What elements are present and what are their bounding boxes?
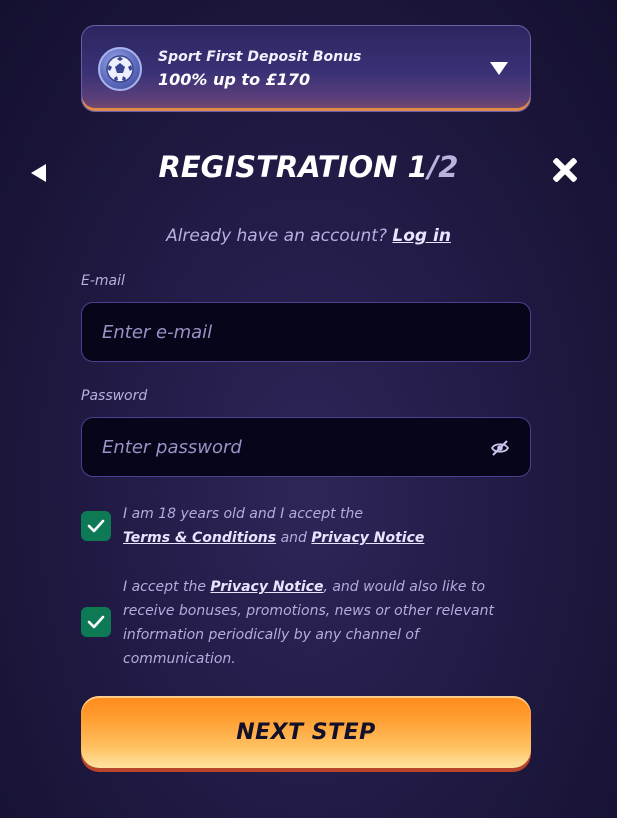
page-title-step-total: /2 xyxy=(427,150,459,184)
next-step-button[interactable]: NEXT STEP xyxy=(81,696,531,768)
password-field-box xyxy=(81,417,531,477)
terms-consent-text: I am 18 years old and I accept the Terms… xyxy=(123,502,533,550)
page-title-main: REGISTRATION 1 xyxy=(158,150,428,184)
close-icon[interactable] xyxy=(551,156,579,184)
checkmark-icon xyxy=(87,615,105,629)
email-field[interactable] xyxy=(82,303,530,361)
bonus-title: Sport First Deposit Bonus xyxy=(158,49,362,65)
login-link[interactable]: Log in xyxy=(392,226,451,246)
marketing-checkbox[interactable] xyxy=(81,607,111,637)
email-field-box xyxy=(81,302,531,362)
page-title: REGISTRATION 1/2 xyxy=(0,150,617,184)
checkmark-icon xyxy=(87,519,105,533)
chevron-down-icon[interactable] xyxy=(490,62,508,75)
password-label: Password xyxy=(81,388,148,404)
terms-text-before: I am 18 years old and I accept the xyxy=(123,506,364,522)
login-prompt: Already have an account? xyxy=(166,226,387,246)
marketing-consent-text: I accept the Privacy Notice, and would a… xyxy=(123,575,533,671)
email-label: E-mail xyxy=(81,273,125,289)
terms-link[interactable]: Terms & Conditions xyxy=(123,530,276,546)
terms-and: and xyxy=(280,530,307,546)
terms-checkbox[interactable] xyxy=(81,511,111,541)
password-field[interactable] xyxy=(82,418,530,476)
football-icon xyxy=(98,47,142,91)
marketing-privacy-link[interactable]: Privacy Notice xyxy=(210,579,323,595)
login-prompt-line: Already have an account? Log in xyxy=(0,226,617,246)
bonus-amount: 100% up to £170 xyxy=(158,70,311,89)
privacy-link[interactable]: Privacy Notice xyxy=(311,530,424,546)
marketing-text-before: I accept the xyxy=(123,579,206,595)
eye-off-icon[interactable] xyxy=(490,438,510,458)
bonus-selector[interactable]: Sport First Deposit Bonus 100% up to £17… xyxy=(81,25,531,112)
